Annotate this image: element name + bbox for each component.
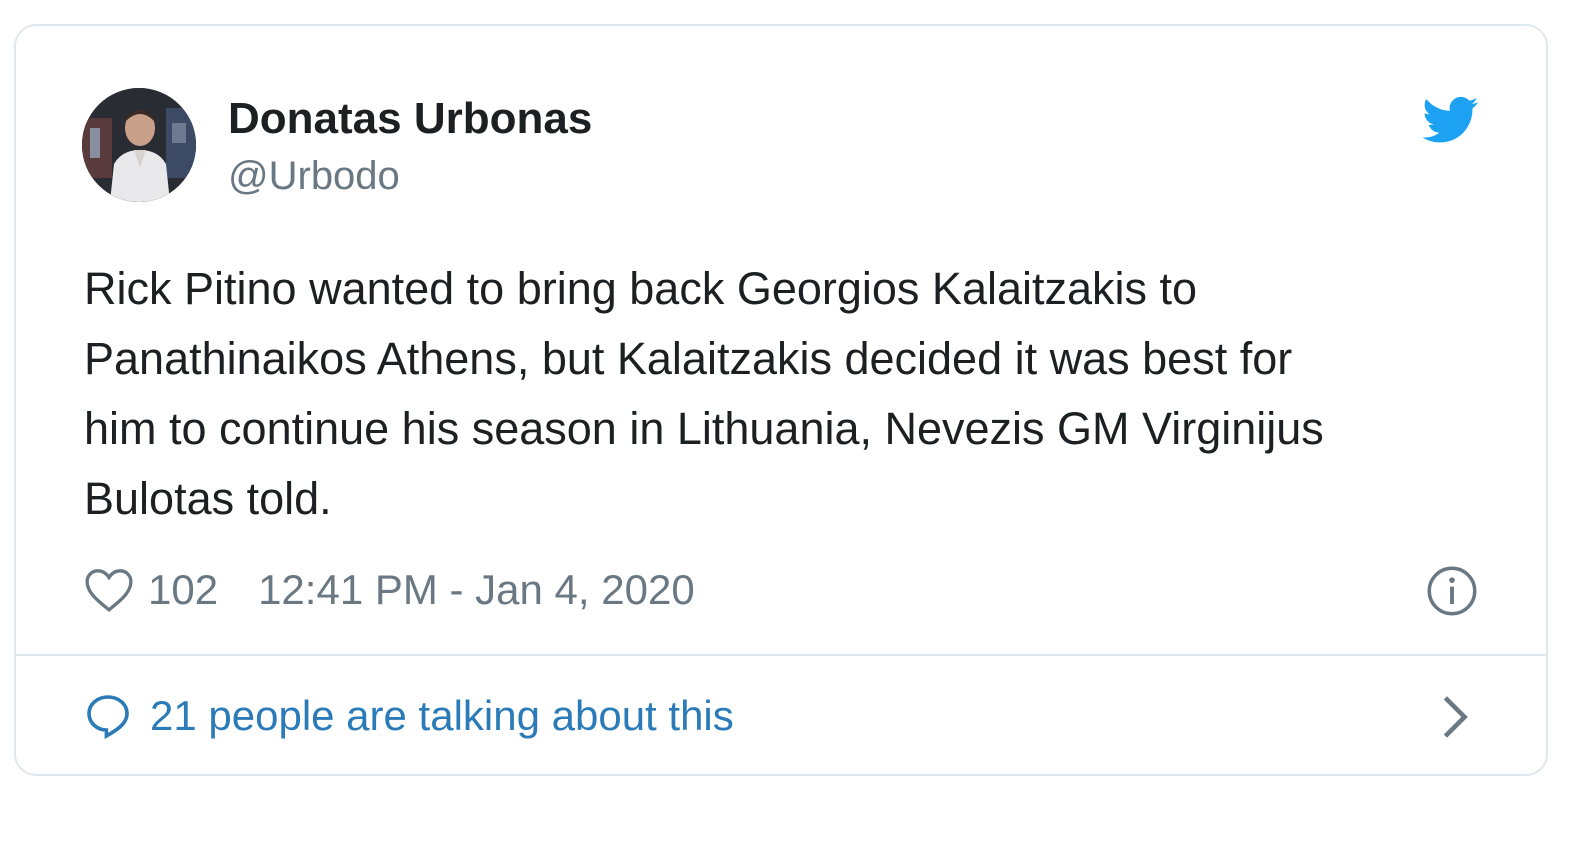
tweet-line: Panathinaikos Athens, but Kalaitzakis de… xyxy=(84,333,1293,384)
author-name[interactable]: Donatas Urbonas xyxy=(228,94,592,144)
chevron-right-icon[interactable] xyxy=(1440,694,1470,740)
divider xyxy=(16,654,1546,656)
talking-link[interactable]: 21 people are talking about this xyxy=(84,688,734,744)
speech-bubble-icon xyxy=(87,695,129,740)
info-icon[interactable] xyxy=(1426,565,1478,617)
tweet-meta: 102 12:41 PM - Jan 4, 2020 xyxy=(84,562,695,618)
tweet-card[interactable]: Donatas Urbonas @Urbodo Rick Pitino want… xyxy=(14,24,1548,776)
author-handle[interactable]: @Urbodo xyxy=(228,154,400,199)
tweet-text: Rick Pitino wanted to bring back Georgio… xyxy=(84,254,1504,534)
talking-label[interactable]: 21 people are talking about this xyxy=(150,692,734,740)
avatar[interactable] xyxy=(82,88,196,202)
tweet-line: Rick Pitino wanted to bring back Georgio… xyxy=(84,263,1198,314)
tweet-line: him to continue his season in Lithuania,… xyxy=(84,403,1324,454)
timestamp[interactable]: 12:41 PM - Jan 4, 2020 xyxy=(258,566,695,614)
heart-icon[interactable] xyxy=(84,567,134,613)
like-count[interactable]: 102 xyxy=(148,566,218,614)
tweet-line: Bulotas told. xyxy=(84,473,332,524)
twitter-bird-icon[interactable] xyxy=(1423,96,1479,144)
